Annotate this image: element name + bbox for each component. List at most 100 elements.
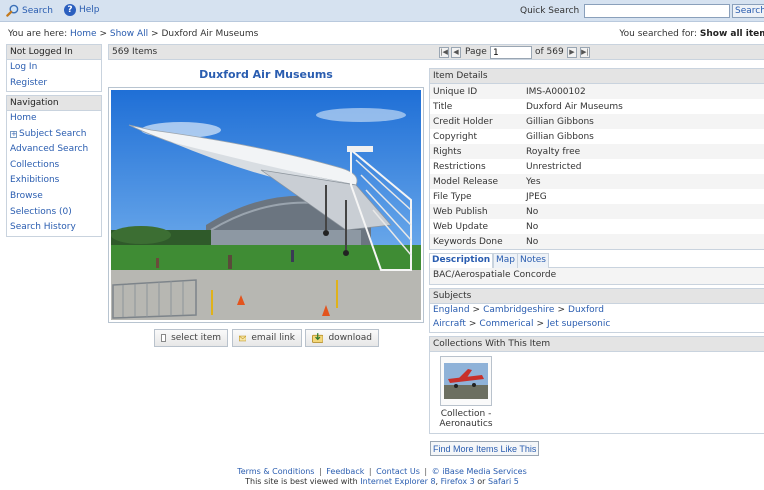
tab-description[interactable]: Description <box>429 253 494 269</box>
item-title: Duxford Air Museums <box>199 68 333 81</box>
collection-caption-line2: Aeronautics <box>439 419 493 429</box>
help-icon: ? <box>64 4 76 16</box>
footer-link-terms[interactable]: Terms & Conditions <box>237 467 314 476</box>
detail-row: Unique ID IMS-A000102 <box>430 84 764 99</box>
top-bar: Search ? Help Quick Search Search <box>0 0 764 22</box>
collections-header: Collections With This Item <box>430 337 764 352</box>
path-separator: > <box>472 305 481 315</box>
nav-item-browse[interactable]: Browse <box>7 189 101 205</box>
item-details-header: Item Details <box>430 69 764 84</box>
subject-link-england[interactable]: England <box>433 305 470 315</box>
detail-row: Restrictions Unrestricted <box>430 159 764 174</box>
checkbox-icon <box>161 334 167 342</box>
detail-key: File Type <box>433 191 472 202</box>
footer-separator: | <box>368 467 372 476</box>
tab-notes[interactable]: Notes <box>517 253 549 268</box>
footer-link-ie[interactable]: Internet Explorer 8 <box>360 477 435 486</box>
footer-separator: | <box>319 467 322 476</box>
breadcrumb-current: Duxford Air Museums <box>161 29 259 39</box>
select-item-label: select item <box>171 333 221 343</box>
footer-link-feedback[interactable]: Feedback <box>326 467 364 476</box>
tab-map[interactable]: Map <box>493 253 518 268</box>
footer-browser-prefix: This site is best viewed with <box>245 477 358 486</box>
item-details-table: Unique ID IMS-A000102 Title Duxford Air Mu… <box>430 84 764 249</box>
description-content: BAC/Aerospatiale Concorde <box>429 268 764 285</box>
footer-link-firefox[interactable]: Firefox 3 <box>441 477 475 486</box>
nav-item-search-history[interactable]: Search History <box>7 220 101 236</box>
item-count: 569 Items <box>112 47 158 57</box>
footer-or: or <box>477 477 486 486</box>
search-link[interactable]: Search <box>6 4 53 17</box>
quick-search-button[interactable]: Search <box>732 4 764 18</box>
detail-row: File Type JPEG <box>430 189 764 204</box>
detail-key: Keywords Done <box>433 236 503 247</box>
nav-item-selections[interactable]: Selections (0) <box>7 205 101 221</box>
expand-icon[interactable]: + <box>10 130 17 138</box>
collection-caption[interactable]: Collection - Aeronautics <box>434 409 498 429</box>
subject-link-jet-supersonic[interactable]: Jet supersonic <box>547 319 610 329</box>
detail-value: Yes <box>526 176 541 187</box>
first-page-icon[interactable]: |◀ <box>439 47 449 58</box>
prev-page-icon[interactable]: ◀ <box>451 47 461 58</box>
nav-item-exhibitions[interactable]: Exhibitions <box>7 173 101 189</box>
searched-for: You searched for: Show all items <box>619 29 764 39</box>
detail-row: Web Publish No <box>430 204 764 219</box>
detail-value: No <box>526 206 539 217</box>
footer-browser-note: This site is best viewed with Internet E… <box>0 477 764 487</box>
footer-separator: | <box>424 467 428 476</box>
nav-item-subject-search[interactable]: + Subject Search <box>7 127 101 143</box>
select-item-button[interactable]: select item <box>154 329 228 347</box>
page-input[interactable] <box>490 46 532 59</box>
breadcrumb-show-all[interactable]: Show All <box>110 29 148 39</box>
footer-link-ibase[interactable]: © iBase Media Services <box>432 467 527 476</box>
searched-for-value: Show all items <box>699 29 764 39</box>
navigation-panel: Navigation Home + Subject Search Advanced… <box>6 95 102 237</box>
detail-key: Title <box>433 101 453 112</box>
email-link-button[interactable]: email link <box>232 329 302 347</box>
login-link[interactable]: Log In <box>7 60 101 76</box>
download-icon <box>312 333 324 343</box>
subject-link-commerical[interactable]: Commerical <box>479 319 533 329</box>
detail-value: No <box>526 236 539 247</box>
detail-key: Copyright <box>433 131 477 142</box>
detail-row: Copyright Gillian Gibbons <box>430 129 764 144</box>
download-button[interactable]: download <box>305 329 379 347</box>
last-page-icon[interactable]: ▶| <box>580 47 590 58</box>
footer-comma: , <box>435 477 439 486</box>
subjects-header: Subjects <box>430 289 764 304</box>
footer-links: Terms & Conditions | Feedback | Contact … <box>0 467 764 477</box>
concorde-photo <box>111 90 421 320</box>
quick-search-input[interactable] <box>584 4 730 18</box>
item-photo[interactable] <box>108 87 424 323</box>
find-more-button[interactable]: Find More Items Like This <box>430 441 540 456</box>
detail-row: Model Release Yes <box>430 174 764 189</box>
subject-link-cambridgeshire[interactable]: Cambridgeshire <box>483 305 554 315</box>
nav-item-collections[interactable]: Collections <box>7 158 101 174</box>
register-link[interactable]: Register <box>7 76 101 92</box>
detail-value: No <box>526 221 539 232</box>
footer-link-contact[interactable]: Contact Us <box>376 467 420 476</box>
nav-item-home[interactable]: Home <box>7 111 101 127</box>
detail-row: Rights Royalty free <box>430 144 764 159</box>
collection-thumbnail[interactable] <box>440 356 492 406</box>
footer-link-safari[interactable]: Safari 5 <box>488 477 519 486</box>
subject-path: England > Cambridgeshire > Duxford <box>430 304 764 318</box>
help-link[interactable]: ? Help <box>64 4 100 16</box>
collection-thumbnail-image <box>444 363 488 399</box>
subject-link-duxford[interactable]: Duxford <box>568 305 604 315</box>
detail-value: Royalty free <box>526 146 581 157</box>
detail-key: Model Release <box>433 176 499 187</box>
detail-row: Title Duxford Air Museums <box>430 99 764 114</box>
page-label: Page <box>465 47 487 57</box>
breadcrumb-home[interactable]: Home <box>70 29 97 39</box>
help-link-label: Help <box>79 5 100 15</box>
breadcrumb-prefix: You are here: <box>8 29 68 39</box>
footer: Terms & Conditions | Feedback | Contact … <box>0 467 764 487</box>
next-page-icon[interactable]: ▶ <box>567 47 577 58</box>
nav-item-advanced-search[interactable]: Advanced Search <box>7 142 101 158</box>
subject-link-aircraft[interactable]: Aircraft <box>433 319 466 329</box>
account-panel: Not Logged In Log In Register <box>6 44 102 93</box>
detail-value: IMS-A000102 <box>526 86 586 97</box>
collection-caption-line1: Collection - <box>440 409 492 419</box>
detail-key: Web Publish <box>433 206 488 217</box>
